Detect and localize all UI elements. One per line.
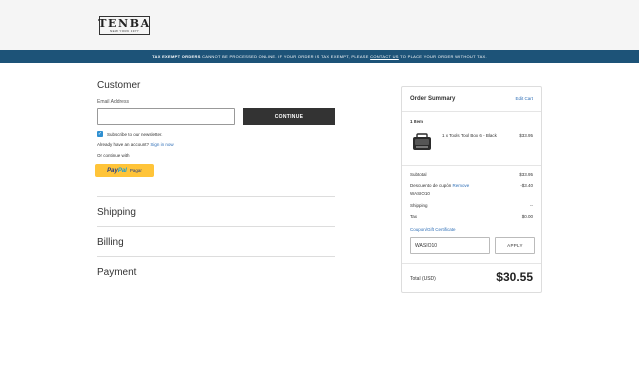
sign-in-link[interactable]: Sign in now: [150, 142, 173, 147]
payment-step[interactable]: Payment: [97, 256, 335, 278]
tax-value: $0.00: [521, 214, 533, 219]
customer-section: Customer Email Address CONTINUE ✓ Subscr…: [95, 80, 335, 177]
coupon-gift-link[interactable]: Coupon/Gift Certificate: [410, 227, 456, 232]
logo-wordmark: TENBA: [98, 17, 151, 30]
summary-divider: [402, 111, 541, 112]
total-value: $30.55: [496, 270, 533, 284]
logo-tagline: NEW YORK 1977: [110, 29, 139, 33]
discount-label: Descuento de cupón: [410, 183, 452, 188]
shipping-step[interactable]: Shipping: [97, 196, 335, 218]
discount-value: -$3.40: [520, 183, 533, 188]
subtotal-row: Subtotal $33.95: [410, 172, 533, 177]
banner-text: CANNOT BE PROCESSED ONLINE. IF YOUR ORDE…: [200, 54, 371, 59]
discount-code: WASIO10: [410, 191, 430, 196]
or-continue-text: Or continue with: [97, 153, 130, 158]
total-label: Total (USD): [410, 276, 436, 282]
subtotal-label: Subtotal: [410, 172, 427, 177]
summary-divider: [402, 263, 541, 264]
order-summary-title: Order Summary: [410, 96, 456, 102]
discount-row: Descuento de cupón Remove -$3.40: [410, 183, 533, 188]
paypal-button[interactable]: Pay Pal Pagar: [95, 164, 154, 177]
order-summary: Order Summary Edit Cart 1 Item 1 x Tools…: [401, 86, 542, 293]
product-thumbnail: [413, 133, 431, 150]
items-count: 1 Item: [410, 119, 424, 124]
product-price: $33.95: [519, 133, 533, 138]
payment-title: Payment: [97, 267, 137, 278]
tax-label: Tax: [410, 214, 418, 219]
paypal-logo-pal: Pal: [117, 167, 127, 174]
newsletter-row[interactable]: ✓ Subscribe to our newsletter.: [97, 131, 335, 137]
account-prompt-row: Already have an account? Sign in now: [97, 142, 335, 147]
banner-lead: TAX EXEMPT ORDERS: [152, 54, 201, 59]
shipping-title: Shipping: [97, 207, 136, 218]
shipping-row: Shipping --: [410, 203, 533, 208]
continue-button[interactable]: CONTINUE: [243, 108, 335, 125]
billing-step[interactable]: Billing: [97, 226, 335, 248]
email-label: Email Address: [97, 99, 129, 105]
edit-cart-link[interactable]: Edit Cart: [515, 96, 533, 101]
tax-row: Tax $0.00: [410, 214, 533, 219]
newsletter-checkbox[interactable]: ✓: [97, 131, 103, 137]
customer-title: Customer: [97, 80, 141, 91]
coupon-code-input[interactable]: [410, 237, 490, 254]
summary-divider: [402, 165, 541, 166]
shipping-value: --: [530, 203, 533, 208]
shipping-label: Shipping: [410, 203, 428, 208]
banner-tail: TO PLACE YOUR ORDER WITHOUT TAX.: [398, 54, 487, 59]
subtotal-value: $33.95: [519, 172, 533, 177]
discount-code-row: WASIO10: [410, 191, 533, 196]
tax-exempt-banner: TAX EXEMPT ORDERS CANNOT BE PROCESSED ON…: [0, 50, 639, 63]
newsletter-label: Subscribe to our newsletter.: [107, 131, 163, 137]
contact-us-link[interactable]: CONTACT US: [370, 54, 399, 59]
product-name: 1 x Tools Tool Box 6 - Black: [442, 133, 497, 138]
tenba-logo[interactable]: TENBA NEW YORK 1977: [98, 16, 151, 35]
paypal-logo-pay: Pay: [107, 167, 118, 174]
account-prompt: Already have an account?: [97, 142, 150, 147]
remove-coupon-link[interactable]: Remove: [453, 183, 470, 188]
apply-coupon-button[interactable]: APPLY: [495, 237, 535, 254]
email-field[interactable]: [97, 108, 235, 125]
paypal-pagar-label: Pagar: [129, 168, 142, 173]
billing-title: Billing: [97, 237, 124, 248]
site-header: TENBA NEW YORK 1977: [0, 0, 639, 50]
